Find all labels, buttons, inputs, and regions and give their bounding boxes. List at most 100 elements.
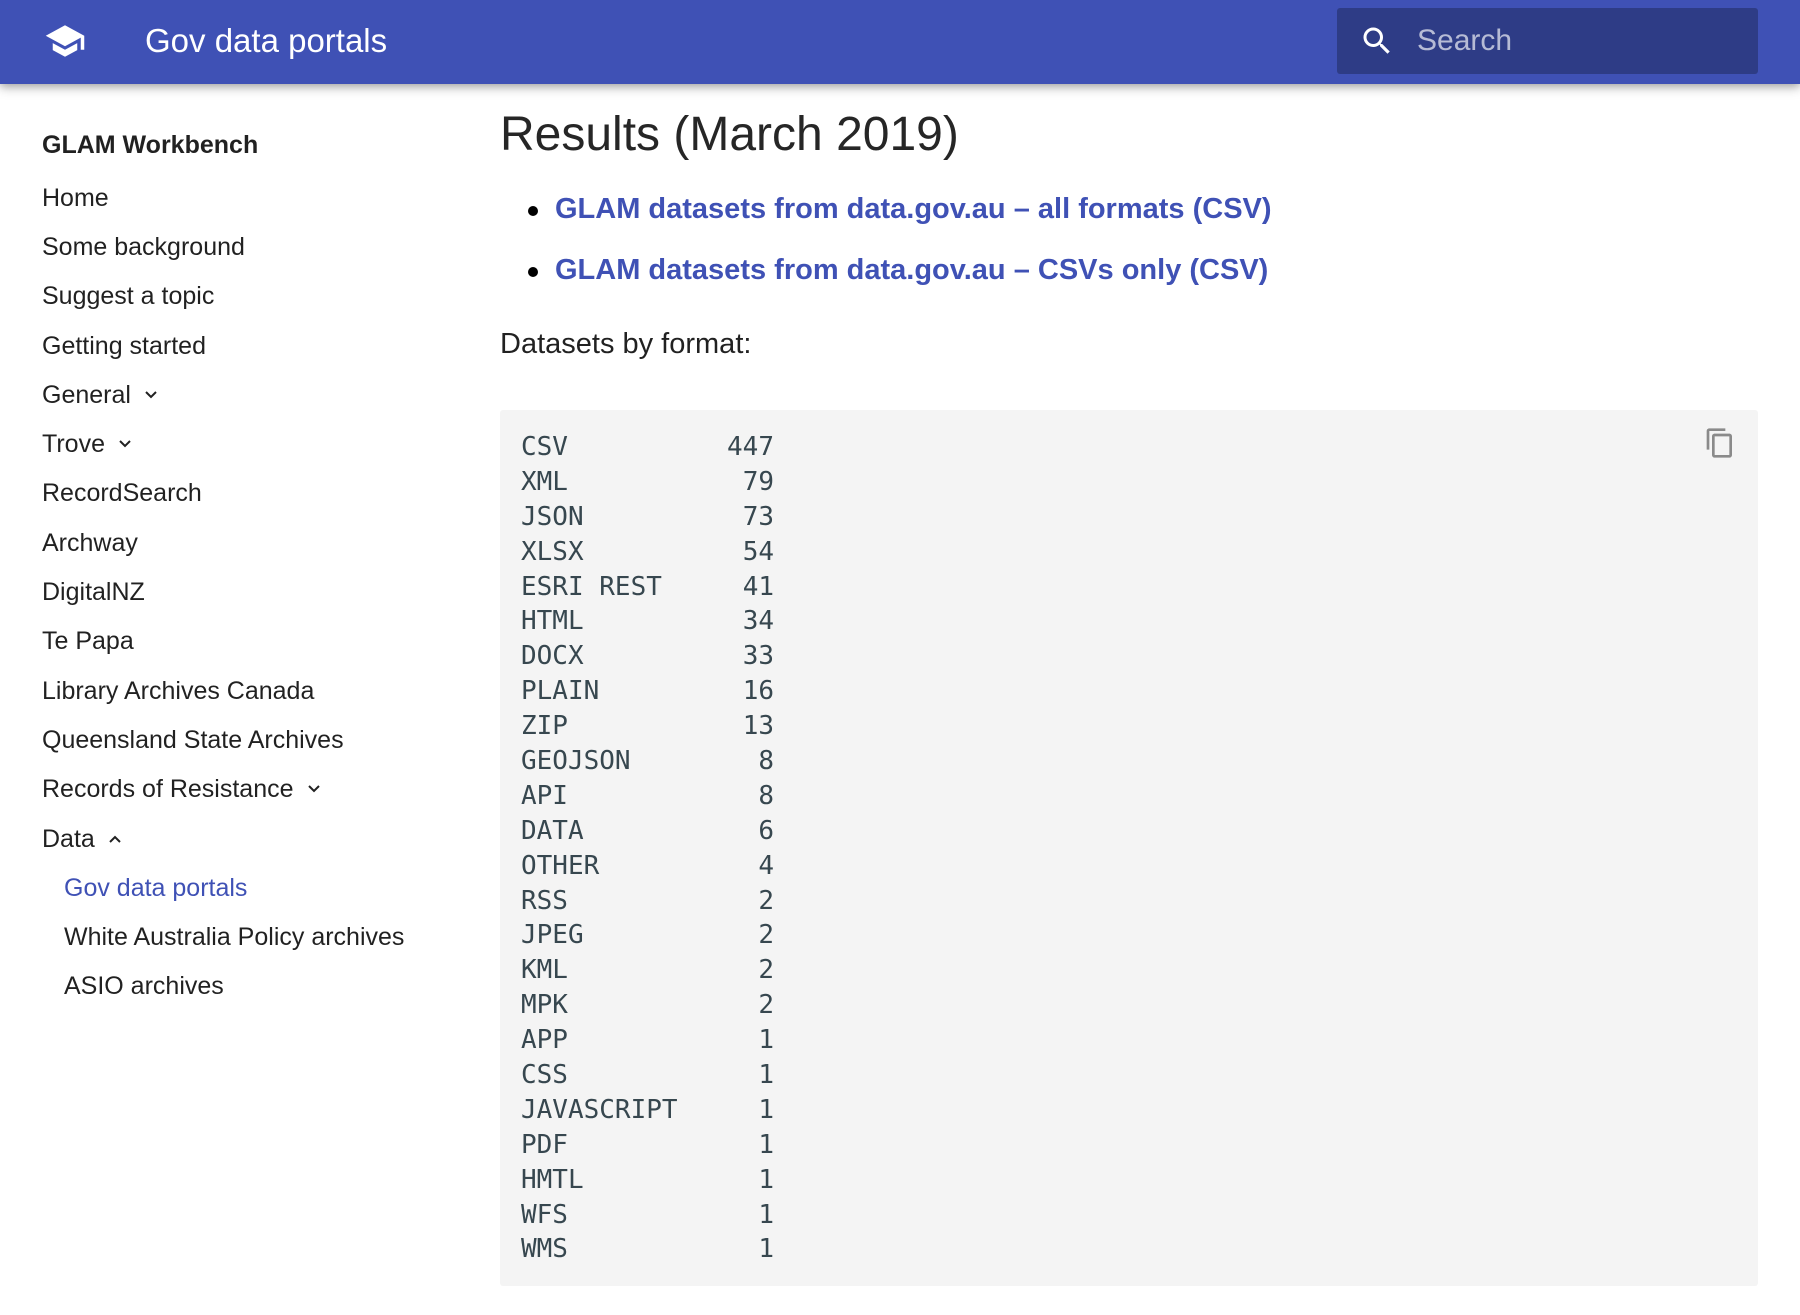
copy-icon[interactable] (1704, 427, 1736, 459)
format-count: 34 (742, 606, 774, 637)
format-row: ESRI REST 41 (521, 570, 774, 605)
chevron-down-icon[interactable] (143, 387, 159, 403)
chevron-up-icon[interactable] (107, 831, 123, 847)
format-row: JAVASCRIPT 1 (521, 1093, 774, 1128)
chevron-down-icon[interactable] (306, 781, 322, 797)
format-count: 447 (727, 432, 774, 462)
format-count: 16 (742, 676, 774, 707)
download-link-csvs-only[interactable]: GLAM datasets from data.gov.au – CSVs on… (555, 254, 1268, 286)
format-name: JPEG (521, 920, 584, 951)
format-name: WMS (521, 1234, 568, 1265)
format-name: DOCX (521, 641, 584, 672)
format-row: HMTL 1 (521, 1163, 774, 1198)
format-name: HMTL (521, 1164, 584, 1195)
sidebar-item-label: Queensland State Archives (42, 725, 344, 754)
sidebar-item-label: General (42, 380, 131, 409)
sidebar-item-label: Suggest a topic (42, 282, 215, 311)
search-icon[interactable] (1359, 23, 1395, 59)
format-row: JPEG 2 (521, 918, 774, 953)
format-count: 1 (758, 1234, 774, 1265)
sidebar-item-digitalnz[interactable]: DigitalNZ (42, 567, 462, 616)
sidebar-item-records-of-resistance[interactable]: Records of Resistance (42, 765, 462, 814)
sidebar-item-trove[interactable]: Trove (42, 419, 462, 468)
format-row: DATA 6 (521, 814, 774, 849)
download-link-all-formats[interactable]: GLAM datasets from data.gov.au – all for… (555, 193, 1272, 225)
main-content: Results (March 2019) GLAM datasets from … (500, 105, 1758, 366)
sidebar-subitem-gov-data-portals[interactable]: Gov data portals (42, 863, 462, 912)
sidebar-item-label: ASIO archives (64, 972, 224, 1001)
sidebar-item-label: Records of Resistance (42, 775, 294, 804)
format-count: 2 (758, 990, 774, 1021)
sidebar-item-library-archives-canada[interactable]: Library Archives Canada (42, 666, 462, 715)
sidebar-subitem-white-australia-policy-archives[interactable]: White Australia Policy archives (42, 912, 462, 961)
sidebar-item-label: Te Papa (42, 627, 134, 656)
sidebar-item-queensland-state-archives[interactable]: Queensland State Archives (42, 715, 462, 764)
sidebar-item-label: Home (42, 183, 109, 212)
format-count: 1 (758, 1025, 774, 1056)
nav-title[interactable]: GLAM Workbench (42, 124, 462, 173)
format-row: OTHER 4 (521, 849, 774, 884)
format-count: 6 (758, 815, 774, 846)
sidebar-item-data[interactable]: Data (42, 814, 462, 863)
format-row: KML 2 (521, 953, 774, 988)
sidebar-item-recordsearch[interactable]: RecordSearch (42, 469, 462, 518)
search-input[interactable] (1417, 8, 1747, 74)
format-count: 8 (758, 780, 774, 811)
sidebar-item-label: Archway (42, 528, 138, 557)
format-name: PLAIN (521, 676, 600, 707)
sidebar-item-archway[interactable]: Archway (42, 518, 462, 567)
format-count: 79 (742, 466, 774, 497)
format-count: 1 (758, 1094, 774, 1125)
format-row: XLSX 54 (521, 535, 774, 570)
list-item: GLAM datasets from data.gov.au – CSVs on… (500, 248, 1758, 309)
format-row: API 8 (521, 779, 774, 814)
format-name: PDF (521, 1129, 568, 1160)
sidebar-item-label: Gov data portals (64, 873, 248, 902)
sidebar-item-general[interactable]: General (42, 370, 462, 419)
search-box[interactable] (1337, 8, 1758, 74)
sidebar-item-suggest-a-topic[interactable]: Suggest a topic (42, 272, 462, 321)
format-count: 2 (758, 955, 774, 986)
format-count: 1 (758, 1060, 774, 1091)
format-name: ZIP (521, 711, 568, 742)
graduation-cap-icon[interactable] (40, 20, 90, 62)
sidebar-item-some-background[interactable]: Some background (42, 222, 462, 271)
format-name: JAVASCRIPT (521, 1094, 678, 1125)
format-name: ESRI REST (521, 571, 662, 602)
sidebar-item-getting-started[interactable]: Getting started (42, 321, 462, 370)
sidebar-item-home[interactable]: Home (42, 173, 462, 222)
sidebar-item-label: Data (42, 824, 95, 853)
sidebar-item-te-papa[interactable]: Te Papa (42, 617, 462, 666)
format-row: PDF 1 (521, 1128, 774, 1163)
format-count: 4 (758, 850, 774, 881)
format-row: DOCX 33 (521, 639, 774, 674)
format-count: 13 (742, 711, 774, 742)
format-name: KML (521, 955, 568, 986)
download-links: GLAM datasets from data.gov.au – all for… (500, 187, 1758, 309)
format-name: OTHER (521, 850, 600, 881)
sidebar-item-label: Trove (42, 430, 105, 459)
format-row: WMS 1 (521, 1232, 774, 1267)
format-count-list: CSV 447 XML 79 JSON 73 XLSX 54 ESRI REST 41 HTML 34… (521, 430, 774, 1267)
format-name: WFS (521, 1199, 568, 1230)
format-row: RSS 2 (521, 884, 774, 919)
format-row: PLAIN 16 (521, 674, 774, 709)
format-row: WFS 1 (521, 1198, 774, 1233)
top-bar: Gov data portals (0, 0, 1800, 84)
sidebar-item-label: Getting started (42, 331, 206, 360)
format-count: 54 (742, 536, 774, 567)
format-name: GEOJSON (521, 746, 631, 777)
code-block: CSV 447 XML 79 JSON 73 XLSX 54 ESRI REST 41 HTML 34… (500, 410, 1758, 1286)
format-row: CSV 447 (521, 430, 774, 465)
sidebar-subitem-asio-archives[interactable]: ASIO archives (42, 962, 462, 1011)
format-count: 1 (758, 1164, 774, 1195)
format-name: XLSX (521, 536, 584, 567)
format-name: API (521, 780, 568, 811)
list-item: GLAM datasets from data.gov.au – all for… (500, 187, 1758, 248)
chevron-down-icon[interactable] (117, 436, 133, 452)
format-count: 73 (742, 501, 774, 532)
sidebar-item-label: RecordSearch (42, 479, 202, 508)
format-name: JSON (521, 501, 584, 532)
format-count: 1 (758, 1199, 774, 1230)
format-row: GEOJSON 8 (521, 744, 774, 779)
